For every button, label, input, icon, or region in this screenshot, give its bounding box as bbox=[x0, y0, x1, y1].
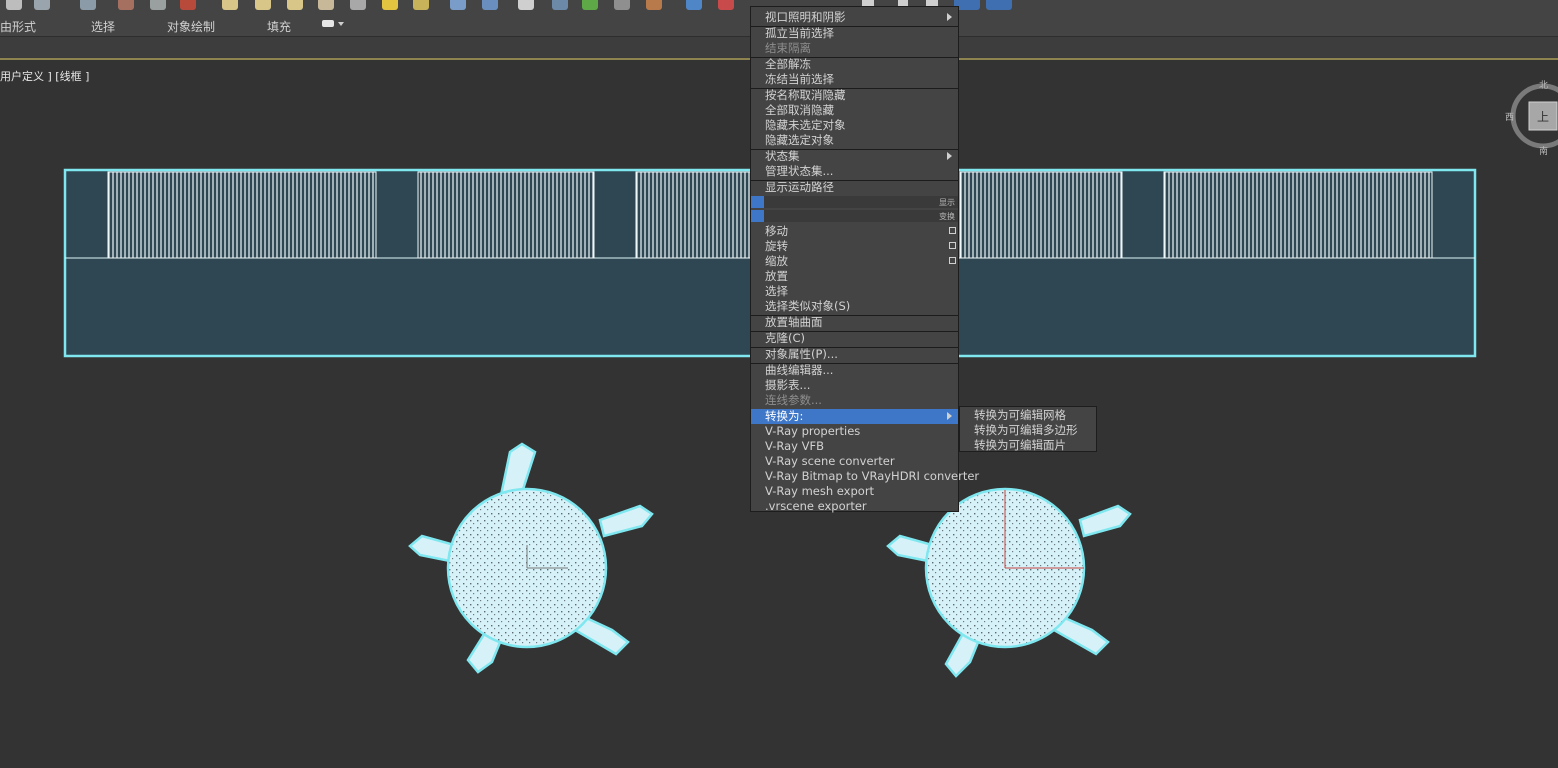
menu-item-label: 缩放 bbox=[765, 254, 788, 268]
menu-item-wire-parameters: 连线参数... bbox=[765, 393, 822, 407]
menu-item-label: 旋转 bbox=[765, 239, 788, 253]
menu-item-vray-vfb[interactable]: V-Ray VFB bbox=[751, 439, 958, 454]
menu-item-place-pivot-surface[interactable]: 放置轴曲面 bbox=[751, 315, 958, 330]
menu-item-label: 状态集 bbox=[765, 149, 800, 163]
menu-item-freeze-selection[interactable]: 冻结当前选择 bbox=[751, 72, 958, 87]
quadrant-indicator-icon bbox=[751, 196, 764, 208]
menu-item-vray-properties[interactable]: V-Ray properties bbox=[751, 424, 958, 439]
menu-item-convert-to[interactable]: 转换为: bbox=[751, 409, 958, 424]
viewcube[interactable]: 北 西 上 南 bbox=[1505, 78, 1558, 158]
quadrant-label: 显示 bbox=[939, 198, 955, 207]
quadrant-bar-display[interactable]: 显示 bbox=[751, 196, 958, 208]
menu-item-motion-paths[interactable]: 显示运动路径 bbox=[751, 180, 958, 195]
quadrant-bar-transform[interactable]: 变换 bbox=[751, 210, 958, 222]
menu-item-unhide-by-name[interactable]: 按名称取消隐藏 bbox=[751, 88, 958, 103]
chair-object-right[interactable] bbox=[886, 487, 1132, 678]
viewcube-south-label: 南 bbox=[1539, 147, 1549, 157]
settings-box-icon[interactable] bbox=[949, 227, 956, 234]
menu-item-select-similar[interactable]: 选择类似对象(S) bbox=[751, 299, 958, 314]
menu-item-convert-editable-mesh[interactable]: 转换为可编辑网格 bbox=[960, 408, 1096, 423]
menu-item-viewport-lighting[interactable]: 视口照明和阴影 bbox=[751, 10, 958, 25]
convert-to-submenu: 转换为可编辑网格 转换为可编辑多边形 转换为可编辑面片 bbox=[959, 406, 1097, 452]
menu-item-convert-editable-poly[interactable]: 转换为可编辑多边形 bbox=[960, 423, 1096, 438]
menu-item-isolate-selection[interactable]: 孤立当前选择 bbox=[751, 26, 958, 41]
menu-item-clone[interactable]: 克隆(C) bbox=[751, 331, 958, 346]
menu-item-label: 移动 bbox=[765, 224, 788, 238]
settings-box-icon[interactable] bbox=[949, 257, 956, 264]
menu-item-hide-unselected[interactable]: 隐藏未选定对象 bbox=[751, 118, 958, 133]
menu-item-end-isolate: 结束隔离 bbox=[765, 41, 811, 55]
menu-item-vray-mesh-export[interactable]: V-Ray mesh export bbox=[751, 484, 958, 499]
menu-item-vray-bitmap-converter[interactable]: V-Ray Bitmap to VRayHDRI converter bbox=[751, 469, 979, 484]
quadrant-label: 变换 bbox=[939, 212, 955, 221]
menu-item-vrscene-exporter[interactable]: .vrscene exporter bbox=[751, 499, 958, 514]
chair-object-left[interactable] bbox=[408, 442, 654, 674]
viewcube-north-label: 北 bbox=[1539, 81, 1549, 91]
menu-item-label: 转换为: bbox=[765, 409, 804, 423]
menu-item-rotate[interactable]: 旋转 bbox=[751, 239, 958, 254]
menu-item-label: 视口照明和阴影 bbox=[765, 10, 846, 24]
submenu-arrow-icon bbox=[947, 412, 952, 420]
menu-item-manage-state-sets[interactable]: 管理状态集... bbox=[751, 164, 958, 179]
menu-item-place[interactable]: 放置 bbox=[751, 269, 958, 284]
viewcube-west-label: 西 bbox=[1505, 113, 1515, 123]
menu-item-object-properties[interactable]: 对象属性(P)... bbox=[751, 347, 958, 362]
quad-menu: 视口照明和阴影 孤立当前选择 结束隔离 全部解冻 冻结当前选择 按名称取消隐藏 … bbox=[750, 6, 979, 514]
settings-box-icon[interactable] bbox=[949, 242, 956, 249]
menu-item-select[interactable]: 选择 bbox=[751, 284, 958, 299]
menu-item-unfreeze-all[interactable]: 全部解冻 bbox=[751, 57, 958, 72]
submenu-arrow-icon bbox=[947, 13, 952, 21]
quadrant-indicator-icon bbox=[751, 210, 764, 222]
menu-item-convert-editable-patch[interactable]: 转换为可编辑面片 bbox=[960, 438, 1096, 453]
menu-item-scale[interactable]: 缩放 bbox=[751, 254, 958, 269]
submenu-arrow-icon bbox=[947, 152, 952, 160]
menu-item-curve-editor[interactable]: 曲线编辑器... bbox=[751, 363, 958, 378]
viewcube-face-label[interactable]: 上 bbox=[1537, 108, 1549, 125]
menu-item-move[interactable]: 移动 bbox=[751, 224, 958, 239]
menu-item-vray-scene-converter[interactable]: V-Ray scene converter bbox=[751, 454, 958, 469]
menu-item-hide-selection[interactable]: 隐藏选定对象 bbox=[751, 133, 958, 148]
menu-item-state-sets[interactable]: 状态集 bbox=[751, 149, 958, 164]
menu-item-unhide-all[interactable]: 全部取消隐藏 bbox=[751, 103, 958, 118]
menu-item-dope-sheet[interactable]: 摄影表... bbox=[751, 378, 958, 393]
